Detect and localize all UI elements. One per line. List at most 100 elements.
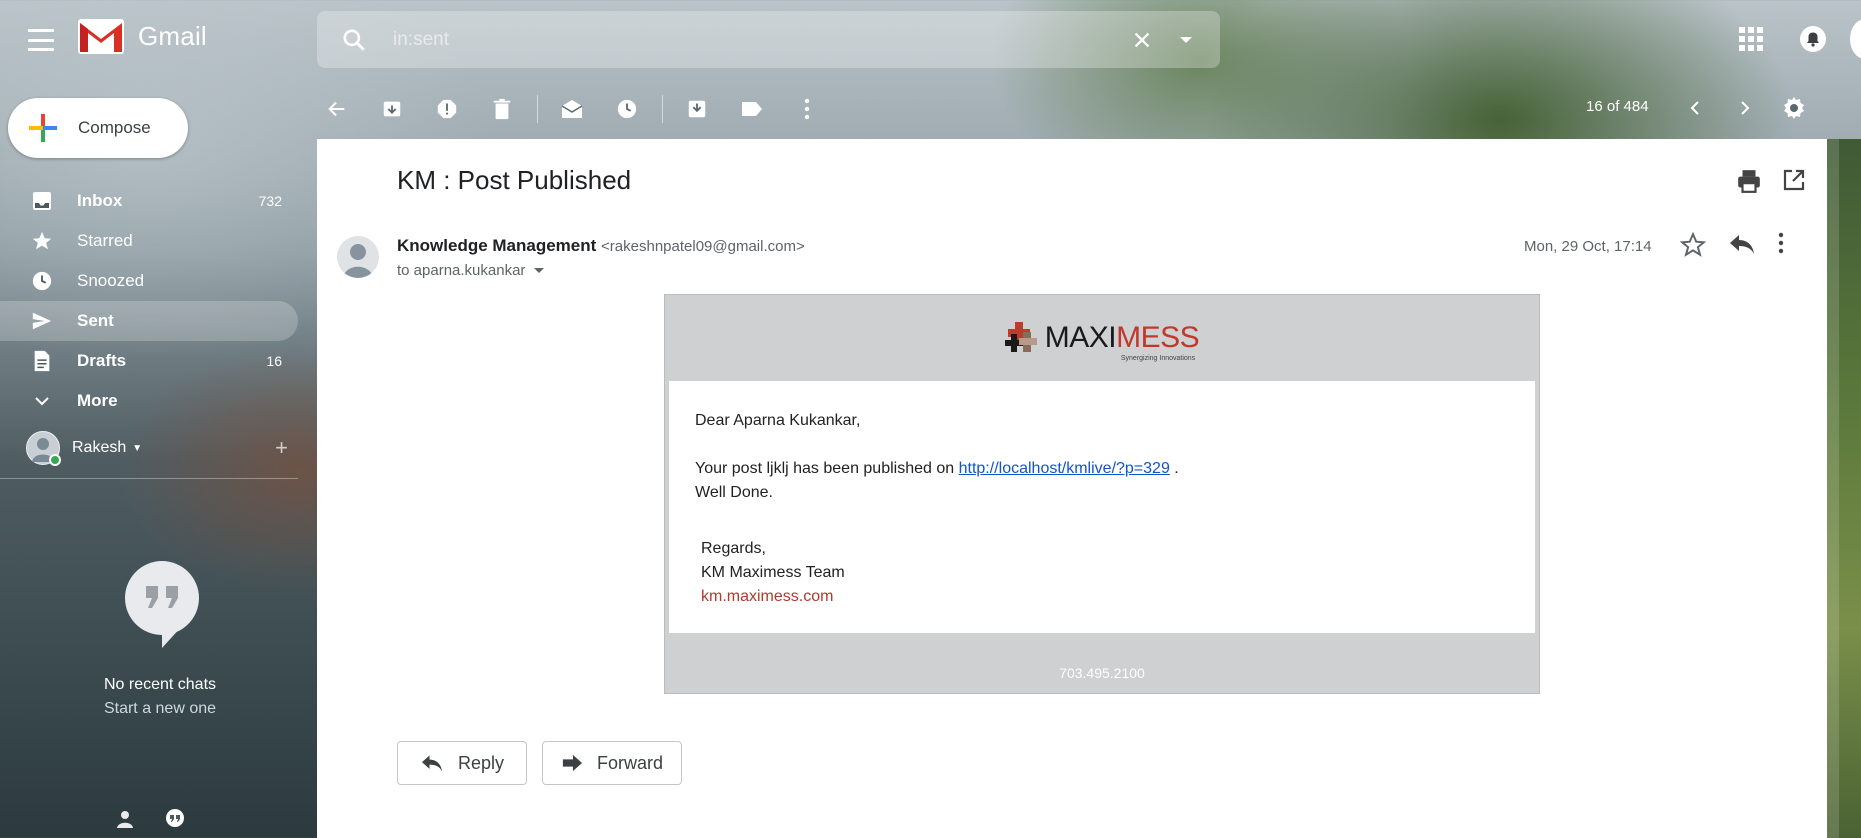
snooze-icon[interactable] (607, 89, 647, 129)
sidebar-item-sent[interactable]: Sent (0, 301, 298, 341)
add-icon[interactable]: + (275, 435, 288, 461)
reply-icon[interactable] (1728, 232, 1760, 262)
user-name: Rakesh (72, 439, 127, 456)
brand-part-b: MESS (1116, 321, 1200, 354)
inbox-icon (30, 189, 54, 213)
report-spam-icon[interactable] (427, 89, 467, 129)
sender-info: Knowledge Management <rakeshnpatel09@gma… (397, 236, 805, 256)
hangouts-icon[interactable] (162, 806, 188, 832)
reply-button[interactable]: Reply (397, 741, 527, 785)
chevron-right-icon[interactable] (1730, 90, 1760, 126)
open-in-new-window-icon[interactable] (1782, 168, 1810, 196)
move-to-icon[interactable] (677, 89, 717, 129)
team-name: KM Maximess Team (701, 564, 845, 581)
plus-icon (29, 114, 57, 142)
sidebar-item-snoozed[interactable]: Snoozed (0, 261, 298, 301)
compose-button[interactable]: Compose (8, 98, 188, 158)
message-date: Mon, 29 Oct, 17:14 (1524, 238, 1652, 255)
sender-email: <rakeshnpatel09@gmail.com> (601, 238, 805, 255)
email-content: Dear Aparna Kukankar, Your post ljklj ha… (669, 381, 1535, 633)
sidebar-item-label: Snoozed (77, 271, 145, 290)
publish-line: Your post ljklj has been published on ht… (695, 457, 1535, 481)
search-icon[interactable] (329, 15, 379, 65)
draft-icon (30, 349, 54, 373)
sidebar-item-label: Drafts (77, 351, 127, 370)
label-icon[interactable] (732, 89, 772, 129)
brand-tagline: Synergizing Innovations (1120, 355, 1196, 362)
chevron-left-icon[interactable] (1680, 90, 1710, 126)
site-link[interactable]: km.maximess.com (695, 585, 1535, 609)
more-vert-icon[interactable] (787, 89, 827, 129)
post-link[interactable]: http://localhost/kmlive/?p=329 (959, 460, 1170, 477)
sidebar-nav: Inbox 732 Starred Snoozed Sent Drafts 16… (0, 181, 298, 421)
message-subject: KM : Post Published (397, 165, 632, 195)
sidebar-item-starred[interactable]: Starred (0, 221, 298, 261)
sidebar-item-label: Starred (77, 231, 133, 250)
clock-icon (30, 269, 54, 293)
recipient-line[interactable]: to aparna.kukankar (397, 262, 545, 279)
sidebar-item-drafts[interactable]: Drafts 16 (0, 341, 298, 381)
maximess-cross-icon (1004, 322, 1037, 352)
search-input[interactable] (393, 28, 1122, 51)
user-avatar (26, 431, 61, 466)
back-icon[interactable] (317, 89, 357, 129)
main-menu-button[interactable] (26, 27, 56, 53)
clear-search-icon[interactable] (1122, 20, 1162, 60)
search-options-icon[interactable] (1166, 20, 1206, 60)
sidebar-item-more[interactable]: More (0, 381, 298, 421)
notifications-icon[interactable] (1796, 22, 1830, 56)
no-chats-text: No recent chats (103, 676, 217, 693)
maximess-logo: MAXIMESS Synergizing Innovations (1004, 320, 1200, 362)
recipient-text: to aparna.kukankar (397, 262, 526, 279)
publish-text: Your post ljklj has been published on (695, 460, 955, 477)
email-body: MAXIMESS Synergizing Innovations Dear Ap… (664, 294, 1540, 694)
caret-down-icon[interactable]: ▼ (132, 443, 142, 454)
sidebar-item-inbox[interactable]: Inbox 732 (0, 181, 298, 221)
delete-icon[interactable] (482, 89, 522, 129)
gmail-logo[interactable]: Gmail (78, 19, 207, 54)
settings-gear-icon[interactable] (1776, 90, 1812, 126)
sender-name[interactable]: Knowledge Management (397, 236, 596, 255)
hangouts-user[interactable]: Rakesh ▼ + (26, 430, 288, 466)
forward-label: Forward (596, 752, 663, 773)
brand-wordmark: MAXIMESS (1044, 321, 1200, 355)
unread-count: 732 (258, 193, 282, 209)
sidebar-item-label: Inbox (77, 191, 123, 210)
person-icon[interactable] (112, 806, 138, 832)
start-new-chat-link[interactable]: Start a new one (60, 700, 260, 718)
phone-number: 703.495.2100 (1059, 665, 1145, 681)
regards: Regards, (701, 540, 766, 557)
reply-label: Reply (457, 752, 505, 773)
brand-part-a: MAXI (1044, 321, 1117, 354)
chat-quote-icon (124, 560, 200, 650)
sidebar-footer (112, 806, 188, 832)
compose-label: Compose (78, 118, 151, 137)
pagination-text: 16 of 484 (1586, 98, 1649, 115)
account-avatar[interactable] (1850, 19, 1861, 59)
greeting: Dear Aparna Kukankar, (695, 412, 861, 429)
star-outline-icon[interactable] (1679, 231, 1710, 262)
print-icon[interactable] (1736, 168, 1764, 196)
gmail-m-icon (78, 19, 124, 54)
forward-button[interactable]: Forward (542, 741, 682, 785)
sidebar-item-label: More (77, 391, 118, 410)
well-done: Well Done. (695, 484, 773, 501)
toolbar-divider (662, 95, 663, 123)
search-bar[interactable] (317, 11, 1220, 68)
mark-unread-icon[interactable] (552, 89, 592, 129)
sender-avatar[interactable] (337, 236, 379, 278)
publish-suffix: . (1174, 460, 1179, 477)
star-icon (30, 229, 54, 253)
reply-icon (421, 755, 442, 772)
forward-icon (562, 754, 582, 772)
apps-grid-icon[interactable] (1736, 24, 1766, 54)
online-status-dot (49, 454, 61, 466)
send-icon (30, 309, 54, 333)
more-vert-icon[interactable] (1778, 232, 1808, 262)
sidebar-item-label: Sent (77, 311, 114, 330)
caret-down-icon[interactable] (533, 267, 545, 275)
app-name: Gmail (138, 21, 207, 51)
archive-icon[interactable] (372, 89, 412, 129)
email-header-banner: MAXIMESS Synergizing Innovations (665, 295, 1539, 381)
scrollbar[interactable] (1827, 139, 1839, 838)
